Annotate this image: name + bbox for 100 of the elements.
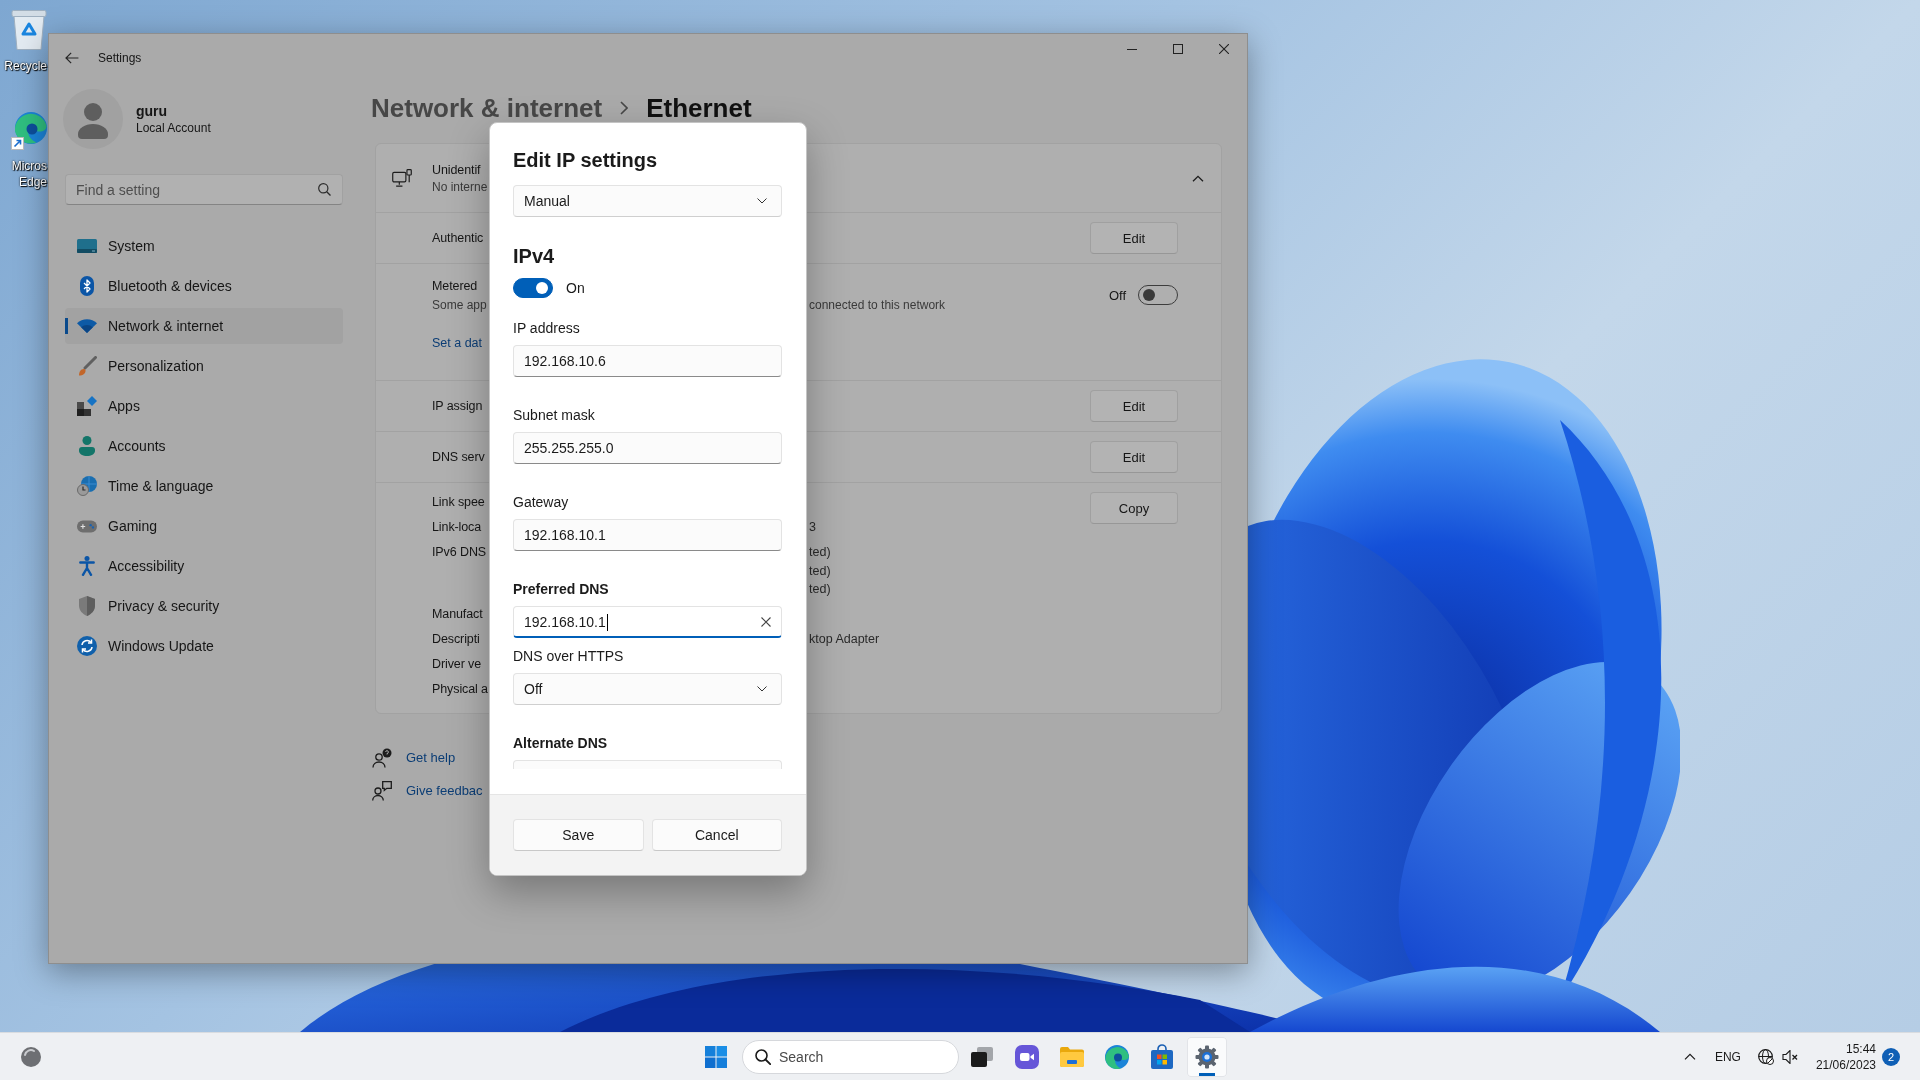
sidebar-item[interactable]: Windows Update (65, 628, 343, 664)
field-label: DNS over HTTPS (513, 647, 624, 666)
minimize-icon (1127, 48, 1137, 50)
property-label: Driver ve (432, 655, 482, 673)
field-label: Gateway (513, 493, 569, 512)
accessibility-icon (79, 556, 95, 576)
property-label: Manufact (432, 605, 483, 623)
text-field[interactable] (513, 760, 782, 769)
notification-badge[interactable]: 2 (1882, 1047, 1900, 1066)
property-value: ted) (809, 562, 831, 580)
page-title: Ethernet (646, 94, 752, 122)
taskbar-button[interactable] (1187, 1036, 1227, 1077)
property-label: Link spee (432, 494, 485, 511)
setting-description: Some app (432, 297, 487, 313)
sidebar-item[interactable]: Bluetooth & devices (65, 268, 343, 304)
sidebar-item[interactable]: Privacy & security (65, 588, 343, 624)
help-link[interactable]: Get help (406, 750, 456, 765)
close-icon (1219, 44, 1229, 54)
clock-date: 21/06/2023 (1815, 1056, 1876, 1073)
clear-icon[interactable] (761, 617, 771, 627)
text-field[interactable]: 255.255.255.0 (513, 432, 782, 464)
text-field[interactable]: 192.168.10.1 (513, 519, 782, 551)
sphere-icon[interactable] (21, 1046, 41, 1067)
network-status: No interne (432, 179, 488, 195)
globe-icon[interactable] (1757, 1048, 1774, 1065)
property-label: Physical a (432, 680, 488, 698)
chevron-down-icon (757, 198, 767, 204)
field-label: Alternate DNS (513, 734, 608, 753)
four-squares-icon (705, 1045, 727, 1068)
video-camera-icon (1015, 1044, 1039, 1069)
text-link[interactable]: Set a dat (432, 334, 483, 352)
action-button[interactable]: Edit (1090, 441, 1178, 473)
field-label: Subnet mask (513, 406, 595, 425)
folder-icon (1060, 1046, 1084, 1067)
chevron-up-icon[interactable] (1192, 174, 1204, 182)
sidebar-item[interactable]: Network & internet (65, 308, 343, 344)
person-icon (79, 436, 95, 456)
field-label: Preferred DNS (513, 580, 609, 599)
setting-label: IP assign (432, 398, 483, 415)
sidebar-item[interactable]: Accessibility (65, 548, 343, 584)
action-button[interactable]: Copy (1090, 492, 1178, 524)
dialog-button[interactable]: Cancel (651, 819, 782, 851)
sidebar-item[interactable]: Accounts (65, 428, 343, 464)
swirl-icon (1105, 1044, 1129, 1069)
account-type: Local Account (136, 120, 211, 136)
language-indicator[interactable]: ENG (1714, 1049, 1741, 1064)
breadcrumb-link[interactable]: Network & internet (371, 94, 603, 122)
dropdown-field[interactable]: Off (513, 673, 782, 705)
section-heading: IPv4 (513, 244, 555, 269)
action-button[interactable]: Edit (1090, 222, 1178, 254)
property-value: ktop Adapter (809, 630, 880, 648)
search-icon (318, 183, 331, 196)
toggle-state-label: On (566, 280, 585, 296)
setting-description: connected to this network (809, 297, 946, 313)
mode-dropdown[interactable]: Manual (513, 185, 782, 217)
gamepad-icon (77, 519, 97, 533)
sidebar-item[interactable]: Gaming (65, 508, 343, 544)
desktop-icon-label: Recycle (4, 58, 47, 74)
property-label: IPv6 DNS (432, 544, 487, 561)
taskbar-search-field[interactable]: Search (742, 1039, 959, 1074)
app-tiles-icon (77, 396, 97, 416)
muted-speaker-icon[interactable] (1781, 1049, 1798, 1064)
recycle-bin-icon[interactable] (11, 10, 47, 50)
text-field[interactable]: 192.168.10.1 (513, 606, 782, 638)
shield-icon (79, 596, 95, 616)
help-link[interactable]: Give feedbac (406, 783, 483, 798)
paintbrush-icon (77, 356, 97, 376)
dialog-button[interactable]: Save (513, 819, 644, 851)
swirl-icon[interactable] (11, 110, 47, 150)
text-field[interactable]: 192.168.10.6 (513, 345, 782, 377)
bluetooth-icon (80, 276, 94, 296)
sidebar-item[interactable]: Apps (65, 388, 343, 424)
toggle-state-label: Off (1108, 287, 1126, 303)
account-name: guru (136, 102, 169, 120)
stacked-squares-icon (971, 1046, 993, 1067)
search-icon (755, 1048, 771, 1065)
clock-time: 15:44 (1845, 1040, 1876, 1057)
network-name: Unidentif (432, 162, 481, 179)
setting-label: Authentic (432, 230, 484, 247)
person-question-icon (372, 747, 392, 768)
toggle-switch[interactable] (513, 278, 553, 298)
chevron-up-icon (1683, 1053, 1696, 1060)
text-cursor-icon (606, 613, 608, 631)
person-silhouette-icon (63, 89, 123, 149)
person-speech-icon (372, 780, 392, 801)
monitor-icon (77, 239, 97, 253)
setting-label: DNS serv (432, 449, 485, 466)
action-button[interactable]: Edit (1090, 390, 1178, 422)
chevron-right-icon (620, 101, 629, 115)
monitor-plug-icon (392, 169, 412, 187)
property-value: ted) (809, 581, 831, 598)
field-label: IP address (513, 319, 580, 338)
sidebar-item[interactable]: Time & language (65, 468, 343, 504)
settings-search-field[interactable]: Find a setting (65, 174, 343, 205)
property-value: 3 (809, 519, 816, 536)
sidebar-item[interactable]: Personalization (65, 348, 343, 384)
globe-clock-icon (77, 476, 97, 496)
setting-label: Metered (432, 278, 478, 295)
sidebar-item[interactable]: System (65, 228, 343, 264)
shopping-bag-icon (1151, 1044, 1173, 1069)
